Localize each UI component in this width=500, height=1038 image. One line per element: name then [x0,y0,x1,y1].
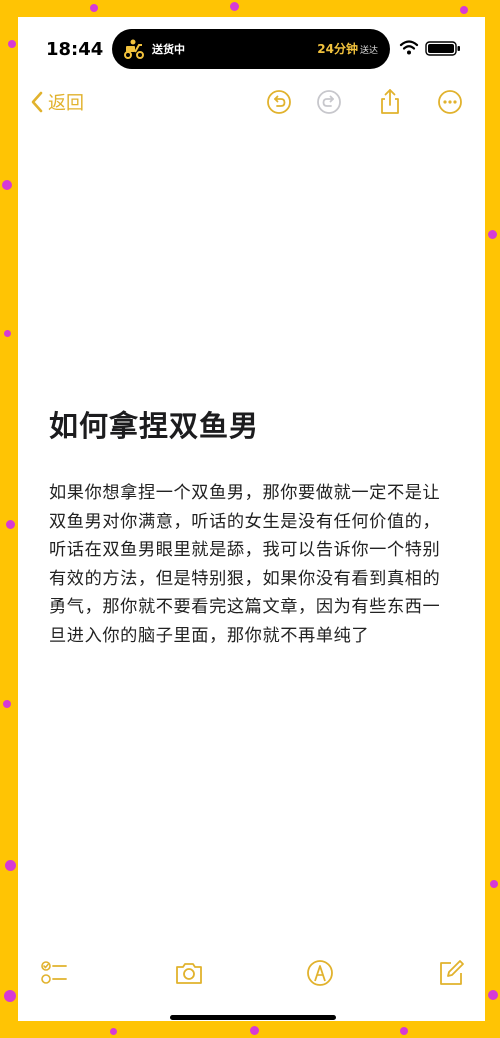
eta-value: 24分钟 [317,42,358,56]
status-time: 18:44 [46,39,104,60]
notes-toolbar: 返回 [18,83,485,121]
delivery-status: 送货中 [152,43,185,56]
back-button[interactable]: 返回 [30,89,84,115]
battery-icon [425,41,460,56]
share-icon[interactable] [375,87,405,117]
notes-screen: 18:44 送货中 24分钟 送达 返回 如何拿捏双鱼男 如果你想拿捏一个双鱼男… [18,17,485,1021]
note-body[interactable]: 如果你想拿捏一个双鱼男，那你要做就一定不是让双鱼男对你满意，听话的女生是没有任何… [49,479,454,650]
redo-icon[interactable] [314,87,344,117]
markup-icon[interactable] [304,957,336,989]
chevron-left-icon [31,91,43,113]
checklist-icon[interactable] [38,957,70,989]
camera-icon[interactable] [173,957,205,989]
note-title[interactable]: 如何拿捏双鱼男 [49,403,259,445]
compose-icon[interactable] [435,957,467,989]
dynamic-island[interactable]: 送货中 24分钟 送达 [112,29,390,69]
delivery-scooter-icon [124,39,144,59]
home-indicator[interactable] [170,1015,336,1020]
bottom-toolbar [18,955,485,991]
undo-icon[interactable] [264,87,294,117]
wifi-icon [399,40,419,55]
eta-suffix: 送达 [359,46,378,56]
delivery-eta: 24分钟 送达 [317,40,378,57]
back-label: 返回 [48,93,84,114]
more-icon[interactable] [435,87,465,117]
status-icons [399,40,460,56]
